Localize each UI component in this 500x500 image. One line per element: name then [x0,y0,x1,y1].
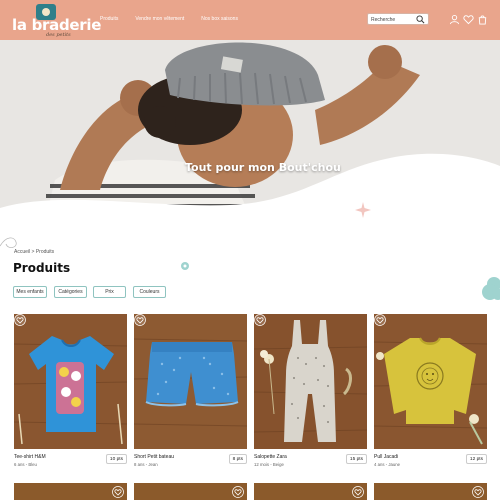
filter-couleurs[interactable]: Couleurs [133,286,166,298]
breadcrumb-separator: > [31,249,35,255]
star-decoration-icon [355,202,371,218]
product-photo[interactable] [254,314,367,449]
logo-subtitle: des petits [46,32,71,38]
search-box [367,13,429,25]
product-price: 10 pts [105,454,127,464]
nav-item-box-saisons[interactable]: Nos box saisons [201,16,238,22]
user-icon[interactable] [449,14,460,25]
dot-decoration-icon [181,262,189,270]
filter-categories[interactable]: Catégories [54,286,87,298]
product-meta: 6 ans - Bleu [14,462,37,467]
product-photo-next-row[interactable] [14,483,127,500]
favorite-heart-icon[interactable] [472,486,484,498]
breadcrumb-home[interactable]: Accueil [14,249,30,255]
product-price: 15 pts [345,454,367,464]
favorite-heart-icon[interactable] [374,314,386,326]
product-price: 12 pts [465,454,487,464]
product-meta: 4 ans - Jaune [374,462,401,467]
product-photo[interactable] [374,314,487,449]
main-nav: Produits Vendre mon vêtement Nos box sai… [100,16,238,22]
search-input[interactable] [371,16,415,24]
favorite-heart-icon[interactable] [14,314,26,326]
breadcrumb: Accueil > Produits [14,249,54,255]
product-name[interactable]: Salopette Zara [254,454,287,460]
site-logo[interactable]: la braderie des petits [12,4,101,38]
breadcrumb-current: Produits [35,249,55,255]
filter-mes-enfants[interactable]: Mes enfants [13,286,47,298]
favorite-heart-icon[interactable] [352,486,364,498]
hero-banner: Tout pour mon Bout'chou [0,40,500,240]
nav-item-produits[interactable]: Produits [100,16,118,22]
favorite-heart-icon[interactable] [134,314,146,326]
hero-photo [0,40,500,240]
heart-icon[interactable] [463,14,474,25]
filter-prix[interactable]: Prix [93,286,126,298]
page-title: Produits [13,261,71,275]
nav-item-vendre[interactable]: Vendre mon vêtement [135,16,184,22]
product-name[interactable]: Short Petit bateau [134,454,174,460]
cloud-decoration-icon [482,277,500,300]
top-header: la braderie des petits Produits Vendre m… [0,0,500,40]
favorite-heart-icon[interactable] [112,486,124,498]
product-price: 8 pts [228,454,247,464]
product-name[interactable]: Pull Jacadi [374,454,398,460]
hero-title: Tout pour mon Bout'chou [185,161,341,174]
search-icon[interactable] [416,15,425,24]
product-meta: 8 ans - Jean [134,462,158,467]
product-photo-next-row[interactable] [374,483,487,500]
product-photo-next-row[interactable] [134,483,247,500]
product-photo[interactable] [14,314,127,449]
product-photo-next-row[interactable] [254,483,367,500]
favorite-heart-icon[interactable] [232,486,244,498]
product-name[interactable]: Tee-shirt H&M [14,454,46,460]
product-meta: 12 mois - Beige [254,462,284,467]
product-photo[interactable] [134,314,247,449]
cart-icon[interactable] [477,14,488,25]
favorite-heart-icon[interactable] [254,314,266,326]
